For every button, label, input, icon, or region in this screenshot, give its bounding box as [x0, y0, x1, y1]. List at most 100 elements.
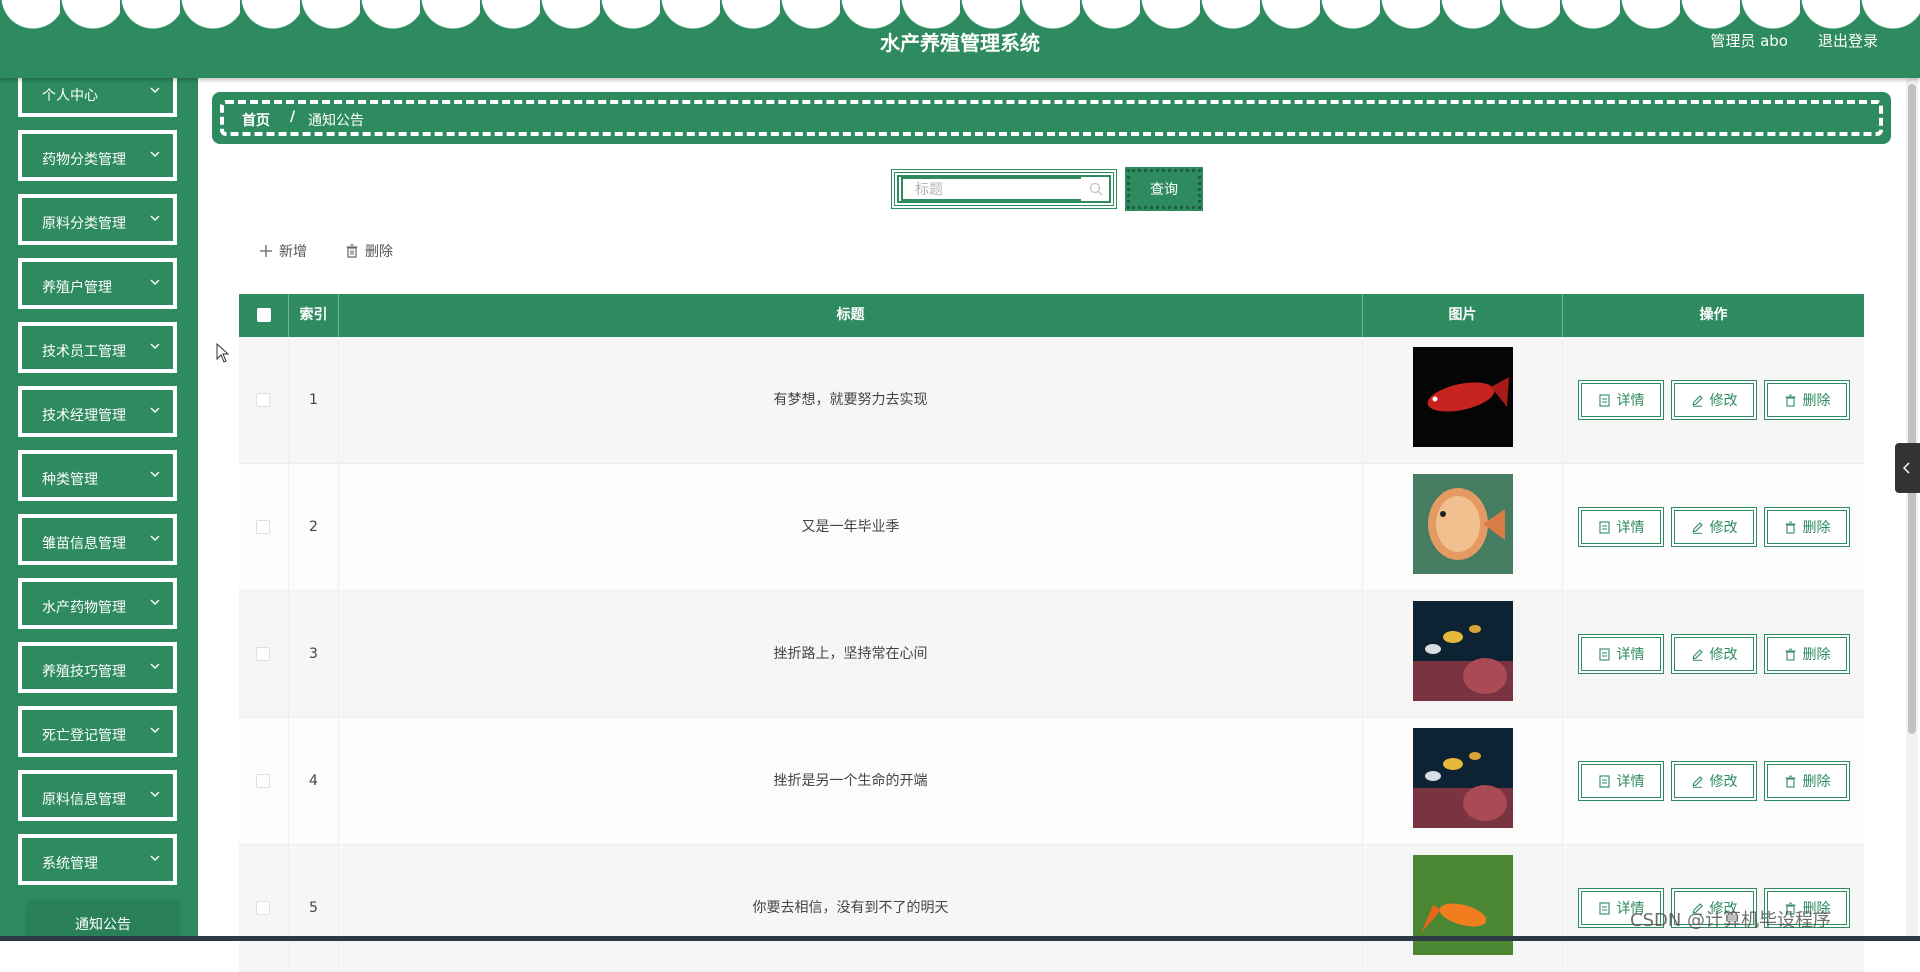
page-scrollbar-thumb[interactable] [1908, 84, 1916, 734]
row-actions: 详情 修改 删除 [1563, 464, 1864, 591]
detail-button[interactable]: 详情 [1578, 507, 1664, 547]
breadcrumb-separator: / [290, 109, 296, 125]
sidebar-menu-label: 原料信息管理 [42, 792, 126, 808]
row-checkbox[interactable] [256, 774, 270, 788]
row-select-cell[interactable] [239, 591, 289, 718]
trash-icon [1785, 394, 1795, 407]
delete-button[interactable]: 删除 [1764, 507, 1850, 547]
row-select-cell[interactable] [239, 718, 289, 845]
table-header: 索引 标题 图片 操作 [239, 294, 1864, 337]
sidebar-menu-label: 个人中心 [42, 88, 98, 104]
row-image-cell [1363, 718, 1563, 845]
sidebar-submenu-notice[interactable]: 通知公告 [28, 900, 178, 941]
select-all-checkbox[interactable] [257, 308, 271, 322]
sidebar-menu-item[interactable]: 死亡登记管理 [18, 706, 177, 757]
fish-thumbnail-image [1413, 728, 1513, 828]
detail-button[interactable]: 详情 [1578, 634, 1664, 674]
chevron-down-icon [150, 471, 160, 477]
row-index: 1 [289, 337, 339, 464]
search-box [891, 169, 1117, 209]
delete-label: 删除 [1802, 393, 1831, 409]
row-checkbox[interactable] [256, 647, 270, 661]
sidebar-menu-label: 技术经理管理 [42, 408, 126, 424]
edit-button[interactable]: 修改 [1671, 761, 1757, 801]
sidebar-menu-item[interactable]: 个人中心 [18, 78, 177, 117]
table-row: 5 你要去相信，没有到不了的明天 详情 修改 删除 [239, 845, 1864, 972]
row-checkbox[interactable] [256, 520, 270, 534]
current-user: 管理员 abo [1710, 32, 1788, 50]
sidebar-menu-item[interactable]: 雏苗信息管理 [18, 514, 177, 565]
sidebar-menu-item[interactable]: 技术经理管理 [18, 386, 177, 437]
row-title: 挫折是另一个生命的开端 [339, 718, 1363, 845]
trash-icon [1785, 648, 1795, 661]
edit-button[interactable]: 修改 [1671, 634, 1757, 674]
sidebar-menu-label: 养殖技巧管理 [42, 664, 126, 680]
detail-label: 详情 [1616, 647, 1645, 663]
sidebar-menu-item[interactable]: 药物分类管理 [18, 130, 177, 181]
pencil-icon [1691, 521, 1703, 534]
trash-icon [1785, 775, 1795, 788]
row-checkbox[interactable] [256, 901, 270, 915]
row-select-cell[interactable] [239, 845, 289, 972]
chevron-down-icon [150, 791, 160, 797]
add-button[interactable]: 新增 [259, 240, 307, 262]
table-row: 1 有梦想，就要努力去实现 详情 修改 删除 [239, 337, 1864, 464]
column-header-index: 索引 [289, 294, 339, 337]
edit-button[interactable]: 修改 [1671, 380, 1757, 420]
sidebar-menu-item[interactable]: 技术员工管理 [18, 322, 177, 373]
header-select-all[interactable] [239, 294, 289, 337]
fish-thumbnail-image [1413, 474, 1513, 574]
document-icon [1598, 647, 1610, 661]
sidebar-menu-item[interactable]: 养殖技巧管理 [18, 642, 177, 693]
delete-button[interactable]: 删除 [1764, 634, 1850, 674]
sidebar-menu-item[interactable]: 系统管理 [18, 834, 177, 885]
sidebar-menu-item[interactable]: 原料信息管理 [18, 770, 177, 821]
sidebar-menu-label: 死亡登记管理 [42, 728, 126, 744]
sidebar-menu-label: 养殖户管理 [42, 280, 112, 296]
row-image-cell [1363, 464, 1563, 591]
breadcrumb-home[interactable]: 首页 [242, 110, 270, 130]
delete-button[interactable]: 删除 [1764, 380, 1850, 420]
mouse-cursor-icon [216, 343, 230, 363]
detail-label: 详情 [1616, 393, 1645, 409]
row-index: 5 [289, 845, 339, 972]
column-header-title: 标题 [339, 294, 1363, 337]
sidebar-menu-label: 药物分类管理 [42, 152, 126, 168]
sidebar-menu-item[interactable]: 原料分类管理 [18, 194, 177, 245]
chevron-down-icon [150, 279, 160, 285]
chevron-down-icon [150, 151, 160, 157]
collapse-panel-tab[interactable] [1895, 443, 1920, 493]
batch-delete-button[interactable]: 删除 [345, 240, 393, 262]
chevron-down-icon [150, 407, 160, 413]
batch-delete-label: 删除 [365, 244, 393, 260]
row-title: 你要去相信，没有到不了的明天 [339, 845, 1363, 972]
detail-button[interactable]: 详情 [1578, 380, 1664, 420]
logout-link[interactable]: 退出登录 [1818, 30, 1878, 51]
chevron-left-icon [1902, 462, 1910, 474]
edit-label: 修改 [1709, 647, 1738, 663]
row-actions: 详情 修改 删除 [1563, 337, 1864, 464]
chevron-down-icon [150, 727, 160, 733]
sidebar-menu-label: 系统管理 [42, 856, 98, 872]
column-header-actions: 操作 [1699, 307, 1728, 323]
edit-button[interactable]: 修改 [1671, 507, 1757, 547]
delete-button[interactable]: 删除 [1764, 761, 1850, 801]
sidebar-menu-item[interactable]: 养殖户管理 [18, 258, 177, 309]
fish-thumbnail-image [1413, 347, 1513, 447]
trash-icon [346, 244, 358, 258]
row-select-cell[interactable] [239, 464, 289, 591]
search-input[interactable] [901, 177, 1081, 201]
row-image-cell [1363, 591, 1563, 718]
detail-button[interactable]: 详情 [1578, 761, 1664, 801]
chevron-down-icon [150, 855, 160, 861]
sidebar-menu-item[interactable]: 种类管理 [18, 450, 177, 501]
pencil-icon [1691, 775, 1703, 788]
row-checkbox[interactable] [256, 393, 270, 407]
sidebar-menu-item[interactable]: 水产药物管理 [18, 578, 177, 629]
chevron-down-icon [150, 663, 160, 669]
column-header-image: 图片 [1363, 294, 1563, 337]
query-button[interactable]: 查询 [1125, 167, 1203, 211]
delete-label: 删除 [1802, 774, 1831, 790]
row-select-cell[interactable] [239, 337, 289, 464]
row-title: 挫折路上，坚持常在心间 [339, 591, 1363, 718]
